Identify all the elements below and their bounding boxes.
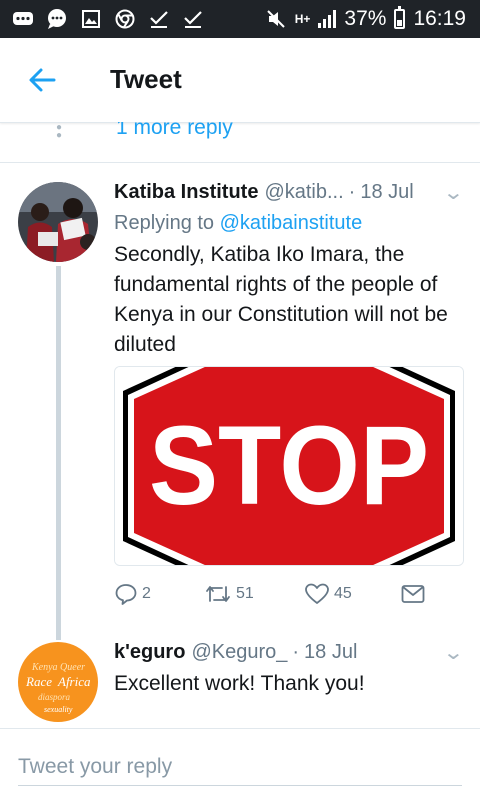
- tweet-text: Excellent work! Thank you!: [114, 672, 365, 695]
- thread-dots-icon: ● ●: [56, 122, 63, 141]
- tweet-header: Katiba Institute @katib... · 18 Jul ⌄: [114, 180, 465, 205]
- battery-percent: 37%: [344, 7, 387, 30]
- more-replies-link[interactable]: 1 more reply: [116, 122, 233, 140]
- tweet-date: 18 Jul: [304, 641, 358, 663]
- status-bar: H+ 37% 16:19: [0, 0, 480, 38]
- tweet[interactable]: Kenya Queer Race Africa diaspora sexuali…: [0, 632, 480, 728]
- clock: 16:19: [413, 7, 466, 30]
- message-icon: [12, 9, 34, 29]
- notification-icons: [0, 9, 204, 29]
- tweet-date: 18 Jul: [360, 181, 414, 203]
- mute-icon: [265, 9, 287, 29]
- reply-count: 2: [142, 585, 151, 602]
- like-action[interactable]: 45: [304, 582, 352, 606]
- svg-text:Race: Race: [25, 674, 52, 689]
- reply-icon: [115, 584, 137, 605]
- tweet-header: k'eguro @Keguro_ · 18 Jul ⌄: [114, 640, 465, 665]
- direct-message-action[interactable]: [400, 582, 426, 606]
- like-count: 45: [334, 585, 352, 602]
- retweet-action[interactable]: 51: [204, 582, 254, 606]
- retweet-icon: [206, 586, 230, 602]
- back-button[interactable]: [22, 60, 62, 100]
- stop-sign-text: STOP: [149, 403, 429, 528]
- replying-to-mention[interactable]: @katibainstitute: [220, 212, 363, 234]
- reply-action[interactable]: 2: [114, 582, 151, 606]
- arrow-left-icon: [29, 68, 56, 92]
- thread-line: [56, 632, 61, 640]
- svg-text:sexuality: sexuality: [44, 705, 73, 714]
- chrome-icon: [114, 9, 136, 29]
- check-icon: [148, 9, 170, 29]
- signal-icon: [318, 10, 337, 28]
- app-header: Tweet: [0, 38, 480, 123]
- system-icons: H+ 37% 16:19: [265, 6, 480, 31]
- replying-to-label: Replying to: [114, 212, 215, 234]
- check-icon: [182, 9, 204, 29]
- tweet[interactable]: Katiba Institute @katib... · 18 Jul ⌄ Re…: [0, 162, 480, 632]
- chevron-down-icon[interactable]: ⌄: [443, 180, 465, 205]
- heart-icon: [305, 583, 329, 604]
- author-name[interactable]: k'eguro: [114, 641, 185, 664]
- chat-icon: [46, 9, 68, 29]
- author-handle[interactable]: @Keguro_: [191, 641, 287, 664]
- author-name[interactable]: Katiba Institute: [114, 181, 258, 204]
- tweet-actions: 2 51 45: [114, 582, 434, 610]
- tweet-image[interactable]: STOP: [114, 366, 464, 566]
- envelope-icon: [401, 585, 425, 603]
- reply-input[interactable]: [18, 749, 462, 786]
- separator-dot: ·: [292, 641, 300, 663]
- svg-text:Africa: Africa: [57, 674, 91, 689]
- network-type: H+: [294, 12, 311, 26]
- thread-line: [56, 266, 61, 632]
- avatar[interactable]: Kenya Queer Race Africa diaspora sexuali…: [18, 642, 98, 722]
- separator-dot: ·: [348, 181, 356, 203]
- avatar[interactable]: [18, 182, 98, 262]
- page-title: Tweet: [110, 64, 182, 94]
- author-handle[interactable]: @katib...: [264, 181, 343, 204]
- chevron-down-icon[interactable]: ⌄: [443, 640, 465, 665]
- battery-icon: [394, 6, 406, 29]
- retweet-count: 51: [236, 585, 254, 602]
- replying-to: Replying to @katibainstitute: [114, 212, 362, 235]
- more-replies-row[interactable]: ● ● 1 more reply: [0, 122, 480, 163]
- svg-text:Kenya Queer: Kenya Queer: [31, 662, 85, 673]
- gallery-icon: [80, 9, 102, 29]
- reply-bar: [0, 728, 480, 801]
- tweet-text: Secondly, Katiba Iko Imara, the fundamen…: [114, 243, 448, 356]
- svg-text:diaspora: diaspora: [38, 692, 71, 702]
